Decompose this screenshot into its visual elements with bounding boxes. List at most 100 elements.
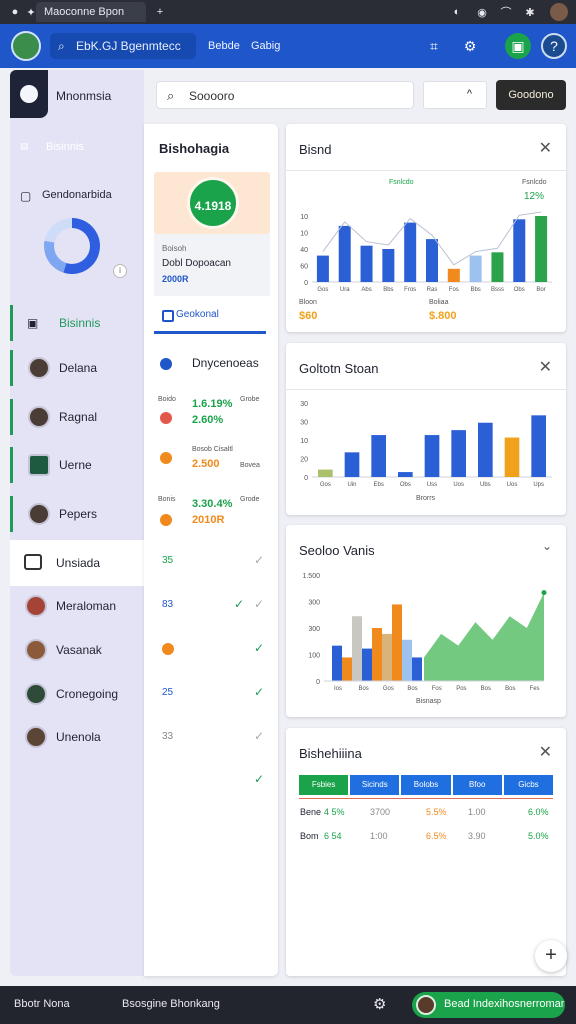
bar (382, 633, 392, 681)
filter-dropdown[interactable]: ^ (423, 81, 487, 109)
header-search[interactable]: ⌕ EbK.GJ Bgenmtecc (50, 33, 196, 59)
metric-side: Bovea (240, 462, 260, 469)
bar (338, 225, 351, 282)
sidebar: Mnonmsia ▤ Bisinnis ▢ Gendonarbida i ▣ B… (10, 70, 144, 976)
table-header-cell[interactable]: Bolobs (401, 775, 451, 795)
sidebar-item-label: Cronegoing (56, 687, 119, 701)
search-input[interactable]: ⌕ Sooooro (156, 81, 414, 109)
table-header-cell[interactable]: Gicbs (503, 775, 554, 795)
chat-icon[interactable]: ▣ (505, 33, 531, 59)
y-tick-label: 60 (300, 264, 308, 271)
sidebar-item-2[interactable]: Delana (10, 350, 144, 386)
layout-icon: ▤ (20, 141, 29, 151)
table-row[interactable]: Bene 4 5% 3700 5.5% 1.00 6.0% (300, 807, 552, 825)
brand-icon (10, 70, 48, 118)
plus-icon[interactable]: + (153, 5, 167, 19)
sidebar-item-7[interactable]: Meraloman (10, 588, 144, 624)
sidebar-item-3[interactable]: Ragnal (10, 399, 144, 435)
sidebar-item-5[interactable]: Pepers (10, 496, 144, 532)
bar (402, 639, 412, 681)
metric-row[interactable]: Bosob Cisaltl 2.500 Bovea (160, 444, 272, 484)
info-icon[interactable]: i (113, 264, 127, 278)
help-icon[interactable]: ? (541, 33, 567, 59)
check-icon: ✓ (254, 597, 265, 611)
avatar[interactable] (550, 3, 568, 21)
list-item[interactable]: 25 (162, 687, 173, 698)
metric-value-2: 2.60% (192, 414, 224, 426)
primary-button[interactable]: Goodono (496, 80, 566, 110)
panel-title: Bishehiiina (299, 746, 362, 761)
app-logo[interactable] (11, 31, 41, 61)
sidebar-item-1[interactable]: ▣ Bisinnis (10, 305, 144, 341)
table-header-cell[interactable]: Fsbies (299, 775, 349, 795)
bar (352, 616, 362, 681)
header-link-1[interactable]: Bebde (208, 40, 240, 52)
section-header[interactable]: Dnycenoeas (160, 356, 272, 376)
add-button[interactable]: + (535, 940, 567, 972)
bottom-left-text[interactable]: Bbotr Nona (14, 998, 70, 1010)
x-tick-label: Fos (432, 686, 442, 692)
metric-row[interactable]: Bonis 3.30.4% 2010R Grode (158, 496, 272, 536)
chevron-up-icon: ^ (466, 88, 472, 100)
browser-tab[interactable]: Maoconne Bpon (36, 2, 146, 22)
table-header-cell[interactable]: Sicinds (350, 775, 400, 795)
table-header-cell[interactable]: Bfoo (452, 775, 502, 795)
settings-icon[interactable]: ✱ (523, 5, 537, 19)
bar (513, 219, 526, 282)
bottom-middle-text[interactable]: Bsosgine Bhonkang (122, 998, 220, 1010)
bar (382, 249, 395, 282)
check-icon: ✓ (234, 597, 245, 611)
panel-table: Bishehiiina ✕ Fsbies Sicinds Bolobs Bfoo… (286, 728, 566, 976)
y-tick-label: 100 (308, 653, 320, 660)
check-icon: ✓ (254, 553, 265, 567)
table-cell: 6.5% (426, 831, 447, 841)
profile-icon[interactable]: ◐ (450, 5, 464, 19)
gauge-card: 4.1918 (154, 172, 270, 234)
avatar (25, 595, 47, 617)
sidebar-item-6[interactable]: Unsiada (10, 540, 144, 586)
sidebar-item-9[interactable]: Cronegoing (10, 676, 144, 712)
summary-card: Boisoh Dobl Dopoacan 2000R (154, 234, 270, 296)
check-icon: ✓ (254, 641, 265, 655)
table-cell: 3.90 (468, 831, 486, 841)
tab-geokonal[interactable]: Geokonal (154, 304, 266, 334)
x-tick-label: Gos (320, 482, 331, 488)
header-link-2[interactable]: Gabig (251, 40, 280, 52)
settings-icon[interactable]: ⚙ (457, 33, 483, 59)
x-tick-label: Ebs (373, 482, 383, 488)
metric-row[interactable]: Boido 1.6.19% 2.60% Grobe (158, 394, 272, 434)
sidebar-item-8[interactable]: Vasanak (10, 632, 144, 668)
y-tick-label: 0 (304, 475, 308, 482)
sidebar-donut-header: ▢ Gendonarbida (10, 178, 144, 214)
sidebar-item-label: Pepers (59, 507, 98, 521)
list-item[interactable]: 83 (162, 599, 173, 610)
close-icon[interactable]: ✕ (539, 742, 552, 762)
dot-icon[interactable]: ● (8, 5, 22, 19)
gear-icon[interactable]: ⚙ (373, 995, 386, 1013)
table-row[interactable]: Bom 6 54 1:00 6.5% 3.90 5.0% (300, 831, 552, 849)
metric-label: Bonis (158, 496, 176, 503)
sidebar-item-label: Uerne (59, 458, 92, 472)
bar (412, 657, 422, 681)
y-tick-label: 0 (316, 679, 320, 686)
bookmark-icon[interactable]: ⌗ (421, 33, 447, 59)
list-item[interactable]: 35 (162, 555, 173, 566)
sidebar-item-4[interactable]: Uerne (10, 447, 144, 483)
y-tick-label: 30 (300, 401, 308, 408)
sidebar-item-label: Ragnal (59, 410, 98, 424)
sidebar-section[interactable]: ▤ Bisinnis (10, 130, 144, 166)
search-text: Sooooro (189, 89, 235, 103)
bar (404, 222, 417, 282)
sidebar-item-10[interactable]: Unenola (10, 719, 144, 755)
y-tick-label: 30 (300, 420, 308, 427)
list-item[interactable]: 33 (162, 731, 173, 742)
avatar (416, 995, 436, 1015)
brand[interactable]: Mnonmsia (10, 70, 144, 118)
avatar (25, 639, 47, 661)
x-tick-label: Bbs (470, 287, 480, 293)
table-cell: 1:00 (370, 831, 388, 841)
table-cell: 6 54 (324, 831, 342, 841)
status-pill[interactable]: Bead Indexihosnerroman (412, 992, 565, 1018)
table-cell: Bom (300, 831, 319, 841)
y-tick-label: 10 (300, 231, 308, 238)
